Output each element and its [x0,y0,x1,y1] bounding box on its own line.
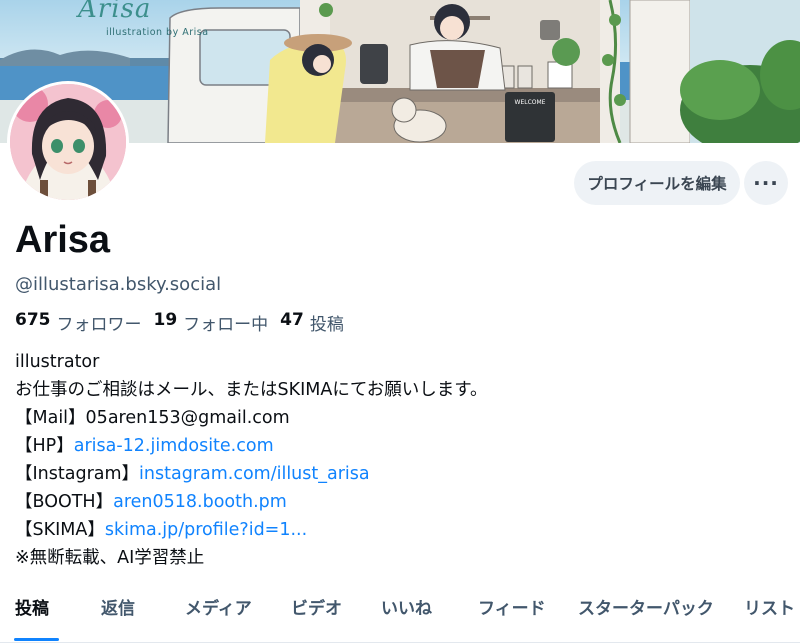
edit-profile-button[interactable]: プロフィールを編集 [574,161,740,205]
tab-likes[interactable]: いいね [381,594,432,619]
welcome-sign-text: WELCOME [515,99,546,106]
tab-videos[interactable]: ビデオ [291,594,342,619]
avatar[interactable] [7,81,129,203]
handle: @illustarisa.bsky.social [15,274,222,295]
booth-link[interactable]: aren0518.booth.pm [113,492,287,512]
bio-line-skima: 【SKIMA】skima.jp/profile?id=1... [15,516,488,544]
skima-label: 【SKIMA】 [15,520,105,540]
skima-link[interactable]: skima.jp/profile?id=1... [105,520,307,540]
tab-starter-packs[interactable]: スターターパック [578,594,714,619]
banner-subtitle: illustration by Arisa [106,27,209,38]
tabs-divider [0,642,800,643]
banner-title: Arisa [78,0,152,24]
instagram-link[interactable]: instagram.com/illust_arisa [139,464,370,484]
booth-label: 【BOOTH】 [15,492,114,512]
followers-label[interactable]: フォロワー [57,310,142,335]
followers-count[interactable]: 675 [15,310,51,335]
instagram-label: 【Instagram】 [15,464,140,484]
hp-label: 【HP】 [15,436,74,456]
profile-stats: 675 フォロワー 19 フォロー中 47 投稿 [15,310,356,335]
bio-line-mail: 【Mail】05aren153@gmail.com [15,408,290,428]
posts-label: 投稿 [309,315,344,335]
profile-bio: illustrator お仕事のご相談はメール、またはSKIMAにてお願いします… [15,348,488,572]
bio-line-contact-note: お仕事のご相談はメール、またはSKIMAにてお願いします。 [15,380,488,400]
profile-tabs: 投稿 返信 メディア ビデオ いいね フィード スターターパック リスト [0,594,800,644]
tab-feeds[interactable]: フィード [478,594,546,619]
tab-replies[interactable]: 返信 [101,594,135,619]
more-dots-icon: ··· [753,171,779,195]
posts-count: 47 [280,310,304,330]
bio-line-role: illustrator [15,352,100,372]
display-name: Arisa [15,219,111,261]
bio-line-hp: 【HP】arisa-12.jimdosite.com [15,432,488,460]
hp-link[interactable]: arisa-12.jimdosite.com [74,436,274,456]
tab-posts[interactable]: 投稿 [15,594,49,619]
avatar-illustration [10,84,126,200]
active-tab-indicator [14,638,59,641]
more-options-button[interactable]: ··· [744,161,788,205]
bio-line-notice: ※無断転載、AI学習禁止 [15,548,205,568]
tab-lists[interactable]: リスト [744,594,795,619]
following-label[interactable]: フォロー中 [183,310,268,335]
tab-media[interactable]: メディア [185,594,252,619]
bio-line-instagram: 【Instagram】instagram.com/illust_arisa [15,460,488,488]
bio-line-booth: 【BOOTH】aren0518.booth.pm [15,488,488,516]
following-count[interactable]: 19 [154,310,178,335]
